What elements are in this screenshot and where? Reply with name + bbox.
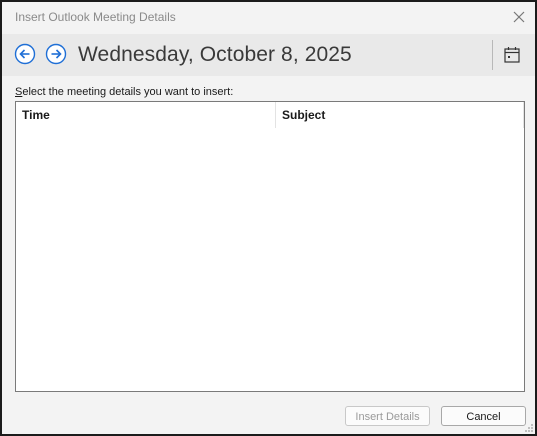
close-icon <box>513 11 525 23</box>
previous-day-button[interactable] <box>14 43 36 65</box>
title-bar: Insert Outlook Meeting Details <box>2 2 535 32</box>
column-header-time[interactable]: Time <box>16 102 276 128</box>
meeting-list[interactable]: Time Subject <box>15 101 525 392</box>
current-date: Wednesday, October 8, 2025 <box>78 43 352 66</box>
list-header: Time Subject <box>16 102 524 128</box>
divider <box>492 40 493 70</box>
column-header-subject[interactable]: Subject <box>276 102 524 128</box>
insert-meeting-dialog: Insert Outlook Meeting Details Wednesday… <box>0 0 537 436</box>
calendar-icon <box>504 47 520 63</box>
date-picker-button[interactable] <box>502 45 522 65</box>
instruction-text: elect the meeting details you want to in… <box>22 86 234 98</box>
arrow-left-icon <box>14 43 36 65</box>
instruction-label: Select the meeting details you want to i… <box>15 86 233 98</box>
cancel-button[interactable]: Cancel <box>441 406 526 426</box>
resize-grip-icon[interactable] <box>524 423 534 433</box>
close-button[interactable] <box>507 5 531 29</box>
insert-details-button[interactable]: Insert Details <box>345 406 430 426</box>
next-day-button[interactable] <box>45 43 67 65</box>
date-navigation-bar: Wednesday, October 8, 2025 <box>2 34 535 76</box>
arrow-right-icon <box>45 43 67 65</box>
window-title: Insert Outlook Meeting Details <box>15 10 176 24</box>
